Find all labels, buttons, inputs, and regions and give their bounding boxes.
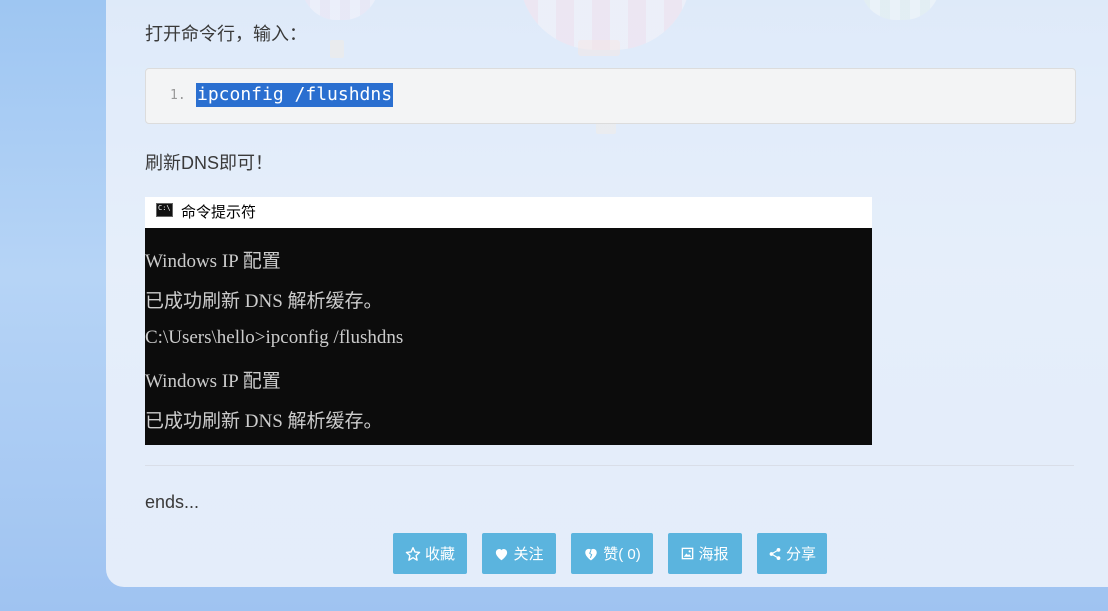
- cmd-line: Windows IP 配置: [145, 371, 281, 392]
- share-label: 分享: [785, 546, 816, 563]
- heart-broken-icon: [583, 547, 599, 561]
- cmd-titlebar: 命令提示符: [145, 197, 872, 228]
- poster-button[interactable]: 海报: [668, 533, 742, 574]
- code-line-number: 1.: [170, 88, 186, 103]
- cmd-screenshot: 命令提示符 Windows IP 配置 已成功刷新 DNS 解析缓存。 C:\U…: [145, 197, 872, 445]
- cmd-icon: [156, 203, 173, 217]
- cmd-line: C:\Users\hello>ipconfig /flushdns: [145, 327, 404, 348]
- instruction-text: 刷新DNS即可！: [145, 153, 274, 173]
- poster-label: 海报: [698, 546, 729, 563]
- like-button[interactable]: 赞( 0): [571, 533, 653, 574]
- code-block: 1. ipconfig /flushdns: [145, 68, 1076, 124]
- action-bar: 收藏 关注 赞( 0) 海报 分享: [0, 533, 1108, 574]
- favorite-label: 收藏: [424, 546, 455, 563]
- like-label: 赞( 0): [603, 546, 641, 563]
- share-icon: [768, 547, 782, 561]
- intro-text: 打开命令行，输入：: [145, 24, 307, 44]
- cmd-line: 已成功刷新 DNS 解析缓存。: [145, 411, 383, 432]
- closing-text: ends...: [145, 492, 200, 512]
- cmd-title: 命令提示符: [181, 204, 257, 221]
- cmd-line: 已成功刷新 DNS 解析缓存。: [145, 291, 383, 312]
- star-outline-icon: [405, 546, 421, 562]
- share-button[interactable]: 分享: [757, 533, 827, 574]
- image-icon: [681, 547, 694, 560]
- favorite-button[interactable]: 收藏: [393, 533, 467, 574]
- follow-button[interactable]: 关注: [482, 533, 556, 574]
- follow-label: 关注: [513, 546, 544, 563]
- heart-icon: [494, 547, 509, 561]
- code-line[interactable]: ipconfig /flushdns: [196, 83, 394, 107]
- cmd-line: Windows IP 配置: [145, 251, 281, 272]
- divider: [145, 465, 1074, 466]
